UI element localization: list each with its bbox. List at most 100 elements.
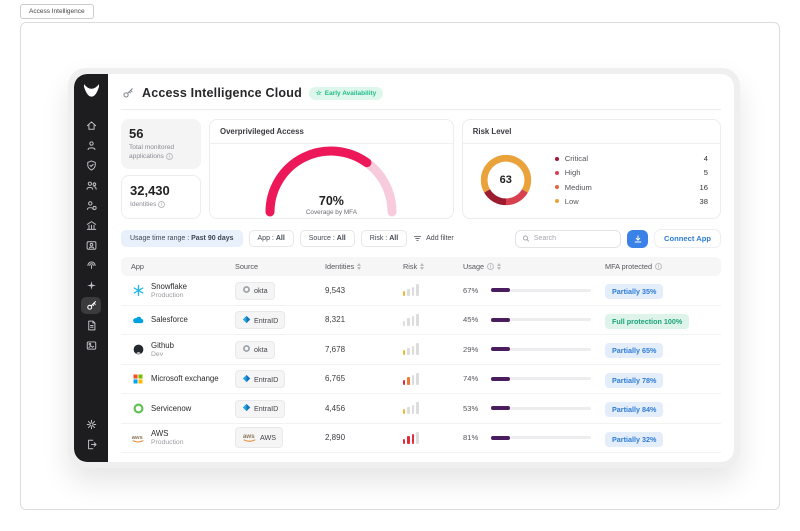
source-pill: EntraID — [235, 311, 285, 329]
filter-pill-source[interactable]: Source : All — [300, 230, 355, 247]
user-icon — [85, 139, 98, 152]
svg-text:aws: aws — [132, 435, 143, 441]
risk-bars — [403, 314, 463, 326]
github-logo-icon — [131, 342, 145, 356]
sidebar-item-organization[interactable] — [81, 217, 101, 234]
stat-label: Identities i — [130, 201, 192, 210]
table-row[interactable]: GithubDev okta 7,678 29% Partially 65% — [121, 335, 721, 365]
okta-logo-icon — [242, 344, 251, 355]
column-identities[interactable]: Identities — [325, 262, 403, 271]
table-row[interactable]: Servicenow EntraID 4,456 53% Partially 8… — [121, 394, 721, 424]
page-header: Access Intelligence Cloud ☆Early Availab… — [121, 83, 721, 110]
add-filter-button[interactable]: Add filter — [413, 234, 454, 243]
usage-bar — [491, 407, 591, 410]
table-row[interactable]: SnowflakeProduction okta 9,543 67% Parti… — [121, 276, 721, 306]
entra-logo-icon — [242, 315, 251, 326]
connect-app-button[interactable]: Connect App — [654, 229, 721, 248]
gauge-value: 70% — [256, 194, 406, 208]
usage-percent: 67% — [463, 286, 485, 295]
sidebar-item-reports[interactable] — [81, 317, 101, 334]
search-input-wrap — [515, 230, 621, 248]
search-icon — [522, 234, 530, 243]
column-risk[interactable]: Risk — [403, 262, 463, 271]
home-icon — [85, 119, 98, 132]
user-card-icon — [85, 239, 98, 252]
legend-bullet-icon — [555, 199, 559, 203]
app-name: AWS — [151, 429, 184, 438]
table-row[interactable]: awsAWSProduction awsAWS 2,890 81% Partia… — [121, 424, 721, 454]
table-row[interactable]: Microsoft exchange EntraID 6,765 74% Par… — [121, 365, 721, 395]
legend-value: 38 — [700, 197, 708, 206]
app-name: Snowflake — [151, 282, 187, 291]
sidebar-item-settings[interactable] — [81, 416, 101, 433]
mfa-coverage-gauge: 70% Coverage by MFA — [256, 146, 406, 218]
fingerprint-icon — [85, 259, 98, 272]
svg-text:aws: aws — [243, 433, 255, 440]
column-app[interactable]: App — [131, 262, 235, 271]
app-name: Salesforce — [151, 315, 188, 324]
aws-logo-icon: aws — [131, 431, 145, 445]
stat-value: 32,430 — [130, 183, 192, 198]
sidebar-item-assets[interactable] — [81, 337, 101, 354]
sidebar-item-authentication[interactable] — [81, 257, 101, 274]
app-environment: Production — [151, 292, 187, 299]
overprivileged-access-panel: Overprivileged Access 70% Coverage by MF… — [209, 119, 454, 219]
column-source[interactable]: Source — [235, 262, 325, 271]
sidebar-item-security[interactable] — [81, 157, 101, 174]
source-pill: okta — [235, 341, 275, 359]
entra-logo-icon — [242, 374, 251, 385]
column-mfa-protected[interactable]: MFA protectedi — [605, 262, 721, 271]
info-icon[interactable]: i — [166, 153, 173, 160]
document-icon — [85, 319, 98, 332]
export-button[interactable] — [627, 230, 648, 248]
entra-logo-icon — [242, 403, 251, 414]
usage-bar — [491, 377, 591, 380]
risk-bars — [403, 402, 463, 414]
filter-pill-app[interactable]: App : All — [249, 230, 294, 247]
risk-legend-item: Critical 4 — [555, 152, 708, 166]
search-input[interactable] — [534, 235, 614, 242]
table-row[interactable]: Salesforce EntraID 8,321 45% Full protec… — [121, 306, 721, 336]
risk-legend-item: Medium 16 — [555, 180, 708, 194]
sidebar-item-access-roles[interactable] — [81, 177, 101, 194]
legend-bullet-icon — [555, 171, 559, 175]
sidebar-item-home[interactable] — [81, 117, 101, 134]
filter-pill-usage-time-range[interactable]: Usage time range : Past 90 days — [121, 230, 243, 247]
mfa-status-badge: Full protection 100% — [605, 314, 689, 329]
stat-card-identities: 32,430 Identities i — [121, 175, 201, 219]
info-icon: i — [487, 263, 494, 270]
sidebar-item-user-directory[interactable] — [81, 237, 101, 254]
key-icon — [121, 86, 135, 100]
mfa-status-badge: Partially 84% — [605, 402, 663, 417]
filter-pill-risk[interactable]: Risk : All — [361, 230, 407, 247]
gear-icon — [85, 418, 98, 431]
legend-value: 4 — [704, 154, 708, 163]
users-icon — [85, 179, 98, 192]
sidebar-item-user-access[interactable] — [81, 197, 101, 214]
source-pill: okta — [235, 282, 275, 300]
mfa-status-badge: Partially 35% — [605, 284, 663, 299]
key-icon — [85, 299, 98, 312]
usage-percent: 45% — [463, 315, 485, 324]
mfa-status-badge: Partially 32% — [605, 432, 663, 447]
sidebar-item-access-intelligence[interactable] — [81, 297, 101, 314]
gauge-sublabel: Coverage by MFA — [256, 209, 406, 216]
source-pill: EntraID — [235, 400, 285, 418]
app-name: Servicenow — [151, 404, 191, 413]
identities-count: 4,456 — [325, 404, 403, 413]
risk-bars — [403, 432, 463, 444]
browser-tab[interactable]: Access Intelligence — [20, 4, 94, 19]
sidebar-item-identities[interactable] — [81, 137, 101, 154]
column-usage[interactable]: Usagei — [463, 262, 605, 271]
star-icon: ☆ — [316, 89, 322, 97]
risk-score: 63 — [479, 153, 533, 207]
risk-score-donut: 63 — [479, 153, 533, 207]
sidebar-item-automations[interactable] — [81, 277, 101, 294]
sort-icon — [497, 263, 501, 270]
info-icon[interactable]: i — [158, 201, 165, 208]
apps-table: App Source Identities Risk Usagei MFA pr… — [121, 257, 721, 453]
sidebar-item-logout[interactable] — [81, 436, 101, 453]
app-environment: Production — [151, 439, 184, 446]
user-gear-icon — [85, 199, 98, 212]
salesforce-logo-icon — [131, 313, 145, 327]
